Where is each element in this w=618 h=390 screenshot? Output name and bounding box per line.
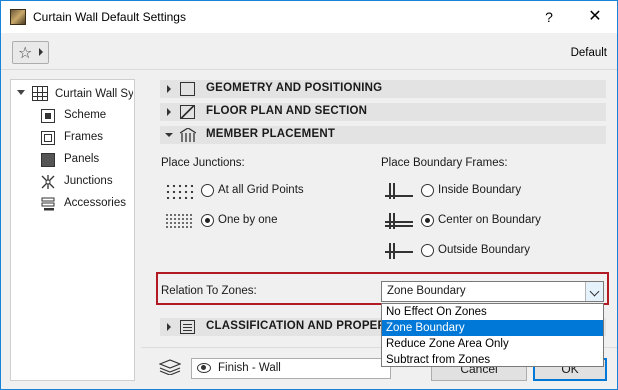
geometry-icon <box>180 82 195 96</box>
radio-label: Inside Boundary <box>438 184 522 196</box>
radio-button[interactable] <box>421 244 434 257</box>
layer-select[interactable]: Finish - Wall <box>191 358 391 379</box>
tree-root-label: Curtain Wall Sy <box>55 88 133 100</box>
radio-button[interactable] <box>421 214 434 227</box>
dropdown-option-subtract-from-zones[interactable]: Subtract from Zones <box>382 352 603 368</box>
radio-label: At all Grid Points <box>218 184 304 196</box>
panels-icon <box>41 153 55 167</box>
default-label: Default <box>570 47 607 59</box>
radio-label: Outside Boundary <box>438 244 531 256</box>
dropdown-option-no-effect[interactable]: No Effect On Zones <box>382 304 603 320</box>
chevron-right-icon <box>167 108 171 116</box>
radio-center-on-boundary[interactable]: Center on Boundary <box>381 211 601 231</box>
tree-item-label: Panels <box>64 153 100 165</box>
dialog-window: Curtain Wall Default Settings ? ✕ ☆ Defa… <box>0 0 618 390</box>
radio-at-all-grid-points[interactable]: At all Grid Points <box>161 181 341 201</box>
scheme-icon <box>41 109 55 123</box>
section-floor-plan-and-section[interactable]: FLOOR PLAN AND SECTION <box>160 103 606 121</box>
settings-tree: Curtain Wall Sy Scheme Frames Panels Jun… <box>10 79 135 381</box>
title-bar: Curtain Wall Default Settings ? ✕ <box>1 1 617 33</box>
favorites-button[interactable]: ☆ <box>12 41 49 64</box>
inside-boundary-icon <box>385 181 413 201</box>
radio-button[interactable] <box>201 184 214 197</box>
tree-item-frames[interactable]: Frames <box>41 128 136 148</box>
tree-item-panels[interactable]: Panels <box>41 150 136 170</box>
tree-item-accessories[interactable]: Accessories <box>41 194 136 214</box>
chevron-down-icon <box>165 133 173 137</box>
tree-item-scheme[interactable]: Scheme <box>41 106 136 126</box>
classification-icon <box>180 320 195 334</box>
curtain-wall-icon <box>32 86 48 101</box>
relation-to-zones-select[interactable]: Zone Boundary <box>381 281 604 302</box>
radio-inside-boundary[interactable]: Inside Boundary <box>381 181 601 201</box>
section-label: FLOOR PLAN AND SECTION <box>206 105 368 117</box>
accessories-icon <box>41 197 55 211</box>
tree-root-curtain-wall[interactable]: Curtain Wall Sy <box>11 84 134 104</box>
tree-item-junctions[interactable]: Junctions <box>41 172 136 192</box>
layer-value: Finish - Wall <box>218 362 281 374</box>
dropdown-option-reduce-zone-area[interactable]: Reduce Zone Area Only <box>382 336 603 352</box>
relation-to-zones-dropdown: No Effect On Zones Zone Boundary Reduce … <box>381 303 604 367</box>
relation-to-zones-label: Relation To Zones: <box>161 285 257 297</box>
close-button[interactable]: ✕ <box>575 1 615 33</box>
layers-icon <box>158 359 182 376</box>
section-label: MEMBER PLACEMENT <box>206 128 336 140</box>
app-icon <box>10 9 26 25</box>
chevron-right-icon <box>167 323 171 331</box>
center-boundary-icon <box>385 211 413 231</box>
chevron-right-icon <box>167 85 171 93</box>
floor-plan-icon <box>180 105 195 119</box>
radio-button[interactable] <box>421 184 434 197</box>
chevron-down-icon[interactable] <box>17 90 25 95</box>
place-boundary-frames-label: Place Boundary Frames: <box>381 157 508 169</box>
dropdown-option-zone-boundary[interactable]: Zone Boundary <box>382 320 603 336</box>
radio-one-by-one[interactable]: One by one <box>161 211 341 231</box>
section-label: GEOMETRY AND POSITIONING <box>206 82 383 94</box>
tree-item-label: Frames <box>64 131 103 143</box>
radio-button[interactable] <box>201 214 214 227</box>
member-placement-icon <box>179 127 197 142</box>
junctions-icon <box>41 175 55 189</box>
divider <box>1 69 617 70</box>
radio-label: One by one <box>218 214 278 226</box>
chevron-down-icon[interactable] <box>585 282 603 301</box>
help-button[interactable]: ? <box>531 1 567 33</box>
radio-label: Center on Boundary <box>438 214 541 226</box>
window-title: Curtain Wall Default Settings <box>33 10 186 24</box>
eye-icon <box>197 363 211 373</box>
one-by-one-icon <box>161 211 193 231</box>
star-icon: ☆ <box>18 45 33 62</box>
outside-boundary-icon <box>385 241 413 261</box>
tree-item-label: Junctions <box>64 175 113 187</box>
tree-item-label: Scheme <box>64 109 107 121</box>
select-value: Zone Boundary <box>387 285 466 297</box>
radio-outside-boundary[interactable]: Outside Boundary <box>381 241 601 261</box>
tree-item-label: Accessories <box>64 197 126 209</box>
place-junctions-label: Place Junctions: <box>161 157 245 169</box>
section-member-placement[interactable]: MEMBER PLACEMENT <box>160 126 606 144</box>
grid-points-icon <box>161 181 193 201</box>
frames-icon <box>41 131 55 145</box>
section-geometry-and-positioning[interactable]: GEOMETRY AND POSITIONING <box>160 80 606 98</box>
chevron-right-icon <box>39 48 43 56</box>
